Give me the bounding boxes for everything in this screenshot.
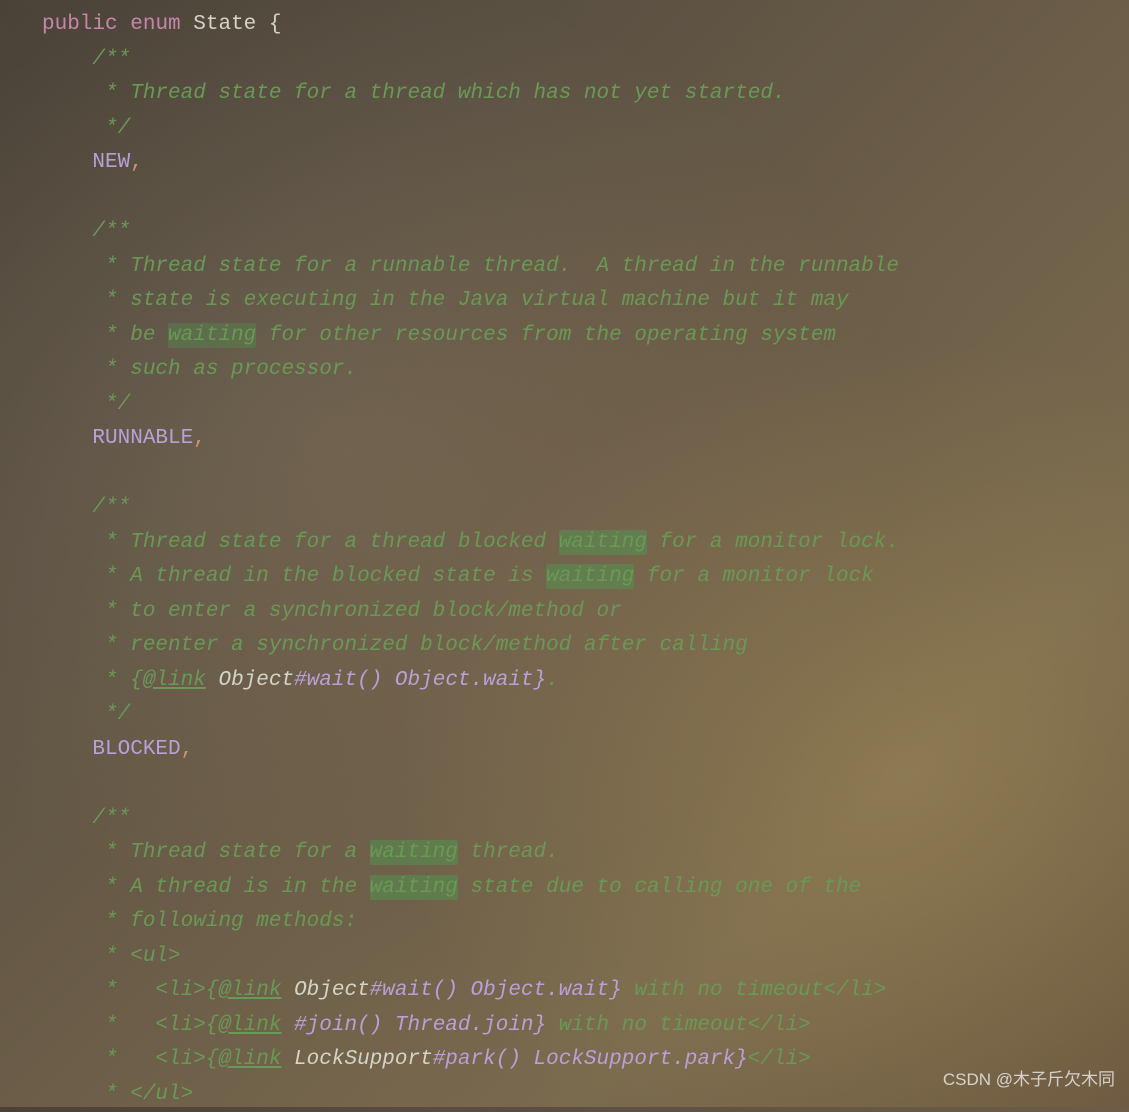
javadoc-line: * <li>{ — [92, 979, 218, 1002]
watermark-text: CSDN @木子斤欠木同 — [943, 1063, 1115, 1098]
comma: , — [130, 151, 143, 174]
link-tag: @link — [218, 1014, 281, 1037]
link-method-wait: #wait() Object.wait} — [294, 669, 546, 692]
highlight-waiting: waiting — [559, 530, 647, 555]
javadoc-close: */ — [92, 393, 130, 416]
space — [281, 1048, 294, 1071]
link-type-locksupport: LockSupport — [294, 1048, 433, 1071]
javadoc-line: . — [546, 669, 559, 692]
comma: , — [181, 738, 194, 761]
link-tag: @link — [143, 669, 206, 692]
javadoc-line: * Thread state for a — [92, 841, 369, 864]
javadoc-line: * state is executing in the Java virtual… — [92, 289, 848, 312]
highlight-waiting: waiting — [168, 323, 256, 348]
javadoc-close: */ — [92, 703, 130, 726]
link-tag: @link — [218, 1048, 281, 1071]
javadoc-line: * <li>{ — [92, 1048, 218, 1071]
space — [281, 979, 294, 1002]
space — [281, 1014, 294, 1037]
highlight-waiting: waiting — [370, 875, 458, 900]
javadoc-line: state due to calling one of the — [458, 876, 861, 899]
javadoc-line: * such as processor. — [92, 358, 357, 381]
type-state: State — [193, 13, 256, 36]
enum-blocked: BLOCKED — [92, 738, 180, 761]
javadoc-line: with no timeout — [546, 1014, 748, 1037]
enum-runnable: RUNNABLE — [92, 427, 193, 450]
javadoc-line: for a monitor lock. — [647, 531, 899, 554]
space — [206, 669, 219, 692]
javadoc-line: * Thread state for a thread which has no… — [92, 82, 785, 105]
javadoc-line: * to enter a synchronized block/method o… — [92, 600, 621, 623]
javadoc-line: with no timeout — [622, 979, 824, 1002]
highlight-waiting: waiting — [370, 840, 458, 865]
javadoc-line: * <li>{ — [92, 1014, 218, 1037]
javadoc-line: </li> — [748, 1048, 811, 1071]
link-method-wait: #wait() Object.wait} — [370, 979, 622, 1002]
link-tag: @link — [218, 979, 281, 1002]
javadoc-open: /** — [92, 48, 130, 71]
keyword-public: public — [42, 13, 118, 36]
javadoc-line: * </ul> — [92, 1083, 193, 1106]
enum-new: NEW — [92, 151, 130, 174]
comma: , — [193, 427, 206, 450]
javadoc-line: * Thread state for a thread blocked — [92, 531, 558, 554]
highlight-waiting: waiting — [546, 564, 634, 589]
javadoc-line: for a monitor lock — [634, 565, 873, 588]
link-method-join: #join() Thread.join} — [294, 1014, 546, 1037]
javadoc-line: * A thread is in the — [92, 876, 369, 899]
javadoc-line: for other resources from the operating s… — [256, 324, 836, 347]
link-type-object: Object — [294, 979, 370, 1002]
javadoc-open: /** — [92, 220, 130, 243]
javadoc-line: * <ul> — [92, 945, 180, 968]
javadoc-line: * { — [92, 669, 142, 692]
keyword-enum: enum — [130, 13, 180, 36]
code-editor[interactable]: public enum State { /** * Thread state f… — [0, 0, 1129, 1112]
javadoc-line: * reenter a synchronized block/method af… — [92, 634, 747, 657]
link-type-object: Object — [218, 669, 294, 692]
javadoc-line: </li> — [823, 979, 886, 1002]
javadoc-line: * following methods: — [92, 910, 357, 933]
javadoc-line: thread. — [458, 841, 559, 864]
javadoc-line: * A thread in the blocked state is — [92, 565, 546, 588]
javadoc-open: /** — [92, 807, 130, 830]
javadoc-line: </li> — [748, 1014, 811, 1037]
javadoc-close: */ — [92, 117, 130, 140]
link-method-park: #park() LockSupport.park} — [433, 1048, 748, 1071]
javadoc-line: * Thread state for a runnable thread. A … — [92, 255, 899, 278]
javadoc-open: /** — [92, 496, 130, 519]
javadoc-line: * be — [92, 324, 168, 347]
brace-open: { — [269, 13, 282, 36]
